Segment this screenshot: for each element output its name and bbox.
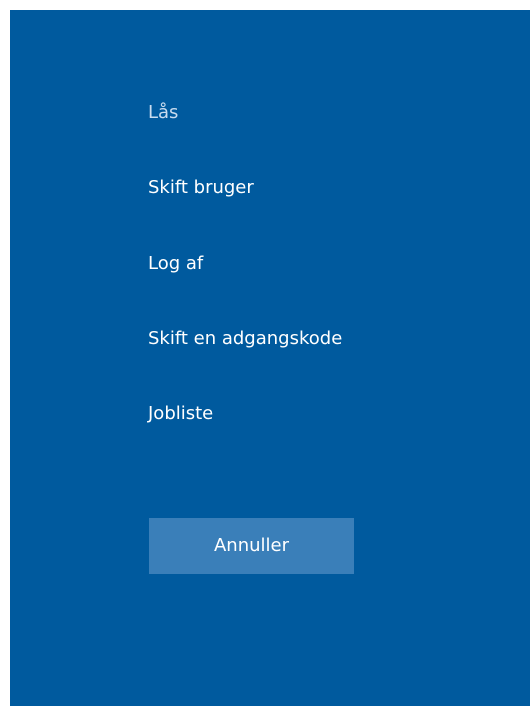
menu-item-change-password[interactable]: Skift en adgangskode (148, 327, 342, 351)
cancel-button[interactable]: Annuller (149, 518, 354, 574)
security-options-screen: Lås Skift bruger Log af Skift en adgangs… (10, 10, 530, 706)
menu-item-task-manager[interactable]: Jobliste (148, 402, 213, 426)
menu-item-sign-out[interactable]: Log af (148, 252, 203, 276)
menu-item-lock[interactable]: Lås (148, 101, 178, 125)
menu-item-switch-user[interactable]: Skift bruger (148, 176, 254, 200)
